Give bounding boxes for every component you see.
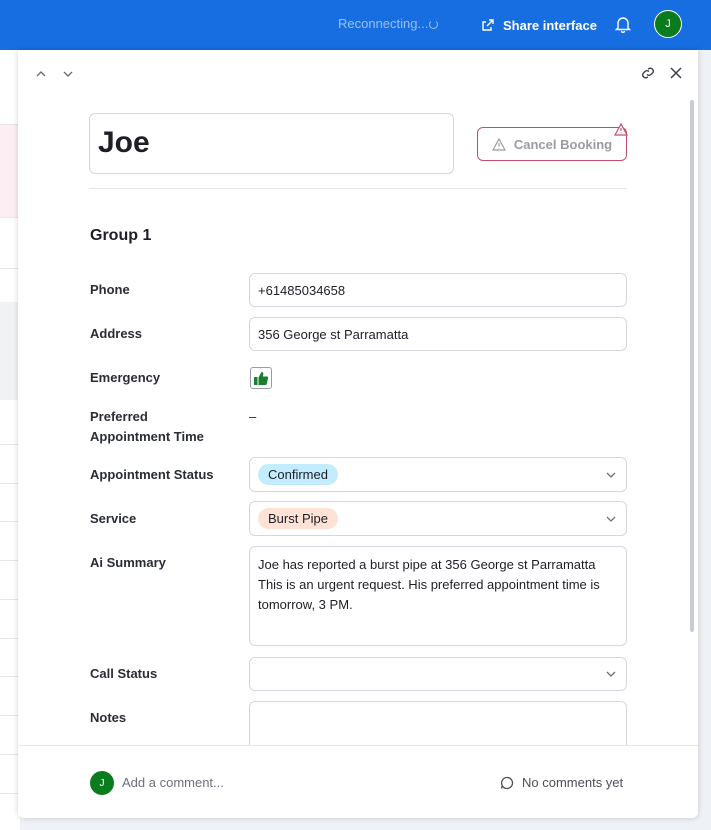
comments-status: No comments yet	[500, 775, 623, 790]
ai-summary-label: Ai Summary	[90, 555, 166, 570]
service-label: Service	[90, 511, 137, 526]
share-icon	[482, 19, 494, 31]
bell-icon[interactable]	[615, 16, 631, 33]
background-divider	[0, 483, 20, 484]
background-row-highlight	[0, 124, 20, 218]
comment-input[interactable]: Add a comment...	[122, 775, 224, 790]
emergency-checkbox[interactable]	[250, 367, 272, 389]
background-divider	[0, 444, 20, 445]
phone-label: Phone	[90, 282, 130, 297]
record-title-field[interactable]: Joe	[89, 113, 454, 174]
preferred-time-value: –	[249, 409, 257, 424]
commenter-avatar: J	[90, 771, 114, 795]
thumbs-up-icon	[254, 371, 269, 385]
background-divider	[0, 638, 20, 639]
ai-summary-field[interactable]: Joe has reported a burst pipe at 356 Geo…	[249, 546, 627, 646]
service-select[interactable]: Burst Pipe	[249, 501, 627, 536]
background-divider	[0, 676, 20, 677]
background-divider	[0, 754, 20, 755]
connection-status: Reconnecting...	[338, 16, 439, 31]
warning-icon	[491, 137, 506, 151]
phone-value: +61485034658	[258, 282, 346, 298]
share-interface-button[interactable]: Share interface	[481, 15, 597, 35]
chevron-down-icon[interactable]	[61, 67, 75, 81]
spinner-icon	[429, 20, 439, 29]
chevron-down-icon	[606, 671, 616, 677]
user-avatar[interactable]: J	[654, 10, 682, 38]
background-divider	[0, 715, 20, 716]
alert-icon	[614, 123, 628, 136]
call-status-select[interactable]	[249, 657, 627, 691]
link-icon[interactable]	[640, 65, 656, 81]
chevron-up-icon[interactable]	[34, 67, 48, 81]
background-divider	[0, 793, 20, 794]
address-value: 356 George st Parramatta	[258, 326, 409, 342]
chevron-down-icon	[606, 472, 616, 478]
appointment-status-label: Appointment Status	[90, 467, 214, 482]
scrollbar[interactable]	[690, 100, 694, 632]
background-divider	[0, 560, 20, 561]
chevron-down-icon	[606, 516, 616, 522]
comments-status-label: No comments yet	[522, 775, 624, 790]
address-label: Address	[90, 326, 143, 341]
call-status-label: Call Status	[90, 666, 158, 681]
cancel-booking-button[interactable]: Cancel Booking	[477, 127, 627, 161]
top-bar: Reconnecting... Share interface J	[0, 0, 711, 50]
background-row-gray	[0, 302, 20, 400]
comment-footer: J Add a comment... No comments yet	[18, 745, 698, 818]
close-icon[interactable]	[669, 65, 683, 81]
background-divider	[0, 599, 20, 600]
group-title: Group 1	[90, 227, 152, 244]
comment-icon	[500, 776, 514, 789]
section-divider	[89, 188, 627, 189]
appointment-status-select[interactable]: Confirmed	[249, 457, 627, 492]
service-pill: Burst Pipe	[258, 508, 338, 529]
cancel-booking-label: Cancel Booking	[513, 136, 613, 152]
address-field[interactable]: 356 George st Parramatta	[249, 317, 627, 351]
share-interface-label: Share interface	[503, 17, 597, 33]
preferred-time-label: Preferred Appointment Time	[90, 409, 204, 444]
phone-field[interactable]: +61485034658	[249, 273, 627, 307]
background-divider	[0, 521, 20, 522]
record-detail-modal: Joe Cancel Booking Group 1 Phone +614850…	[18, 50, 698, 818]
background-divider	[0, 268, 20, 269]
notes-label: Notes	[90, 710, 127, 725]
appointment-status-pill: Confirmed	[258, 464, 338, 485]
emergency-label: Emergency	[90, 370, 161, 385]
